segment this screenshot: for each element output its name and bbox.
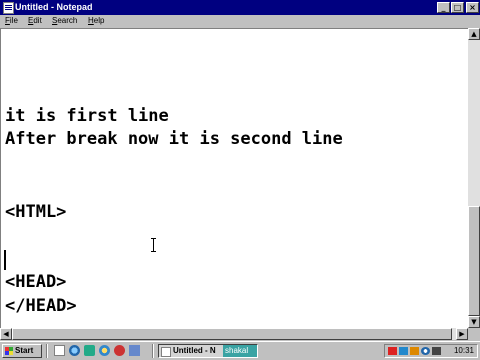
media-player-icon[interactable] [114,345,125,356]
menu-bar: File Edit Search Help [0,15,480,28]
tray-utility-icon[interactable] [410,347,419,355]
minimize-button[interactable]: _ [437,2,450,13]
vertical-scrollbar[interactable]: ▲ ▼ [468,28,480,328]
taskbar-button-notepad[interactable]: Untitled - N shakal [158,344,258,358]
horizontal-scrollbar[interactable]: ◀ ▶ [0,328,468,340]
menu-file[interactable]: File [5,16,18,25]
scroll-down-button[interactable]: ▼ [468,316,480,328]
channels-icon[interactable] [99,345,110,356]
editor-line: </HEAD> [5,296,77,316]
horizontal-scroll-thumb[interactable] [12,328,452,340]
menu-edit[interactable]: Edit [28,16,42,25]
scrollbar-corner [468,328,480,340]
editor-line: <HTML> [5,202,67,222]
vertical-scroll-thumb[interactable] [468,206,480,316]
close-button[interactable]: × [466,2,479,13]
desktop-icon[interactable] [84,345,95,356]
editor-line: it is first line [5,106,169,126]
task-label: Untitled - N [173,346,216,355]
start-label: Start [15,346,34,355]
start-button[interactable]: Start [2,344,42,358]
title-bar[interactable]: Untitled - Notepad _ □ × [0,0,480,15]
internet-explorer-icon[interactable] [69,345,80,356]
clock[interactable]: 10:31 [454,346,474,355]
tray-globe-icon[interactable] [421,347,430,355]
scroll-right-button[interactable]: ▶ [456,328,468,340]
windows-logo-icon [5,347,13,355]
overlay-label: shakal [223,345,257,357]
ibeam-cursor-icon [151,238,157,252]
text-editor-area[interactable]: it is first line After break now it is s… [0,28,468,328]
notepad-window: Untitled - Notepad _ □ × File Edit Searc… [0,0,480,341]
taskbar-separator [46,344,48,358]
scroll-left-button[interactable]: ◀ [0,328,12,340]
editor-line: After break now it is second line [5,129,343,149]
volume-icon[interactable] [432,347,441,355]
notepad-quicklaunch-icon[interactable] [54,345,65,356]
system-tray: 10:31 [384,344,478,358]
network-icon[interactable] [399,347,408,355]
menu-help[interactable]: Help [88,16,104,25]
taskbar: Start Untitled - N shakal 10:31 [0,341,480,360]
taskbar-separator [152,344,154,358]
tray-app-icon[interactable] [388,347,397,355]
menu-search[interactable]: Search [52,16,77,25]
explorer-icon[interactable] [129,345,140,356]
scroll-up-button[interactable]: ▲ [468,28,480,40]
editor-line: <HEAD> [5,272,67,292]
maximize-button[interactable]: □ [451,2,464,13]
notepad-icon[interactable] [3,2,14,14]
window-title: Untitled - Notepad [15,2,93,12]
notepad-icon [161,347,171,357]
text-caret [4,250,6,270]
